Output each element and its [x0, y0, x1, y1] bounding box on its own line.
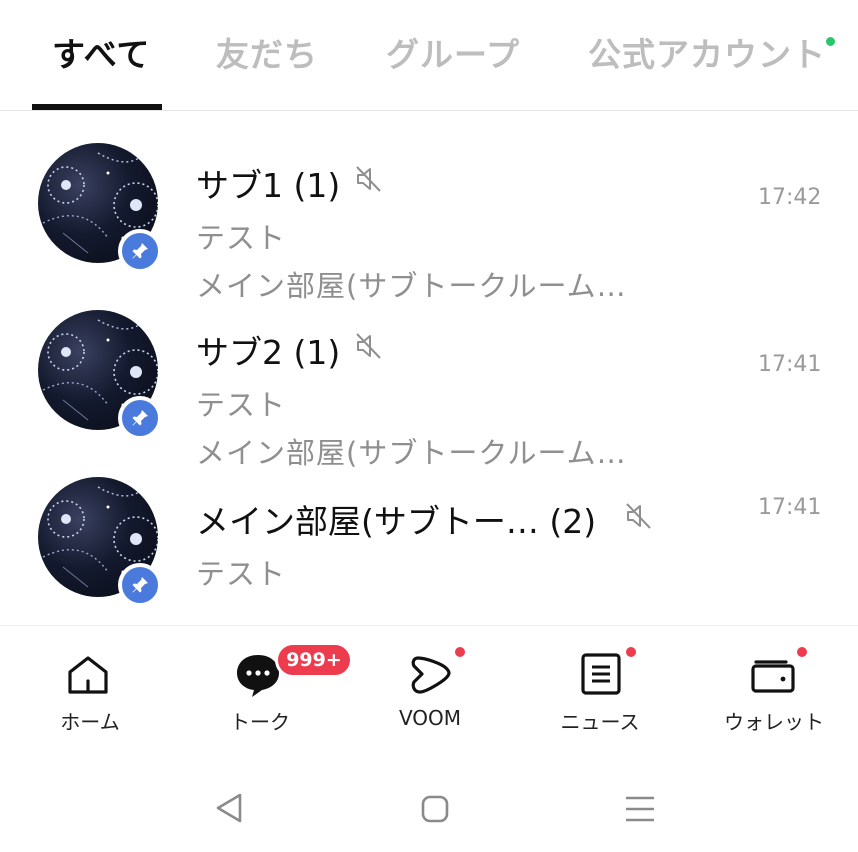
- chat-title: サブ1 (1): [196, 166, 341, 205]
- mute-icon: [352, 330, 384, 366]
- chat-subroom-info: メイン部屋(サブトークルーム…: [196, 436, 627, 470]
- unread-count-badge: 999+: [275, 642, 353, 678]
- tab-all[interactable]: すべて: [52, 28, 150, 76]
- chat-subroom-info: メイン部屋(サブトークルーム…: [196, 269, 627, 303]
- nav-home[interactable]: ホーム: [40, 626, 140, 736]
- chat-title: サブ2 (1): [196, 333, 341, 372]
- chat-row[interactable]: メイン部屋(サブトー… (2) テスト 17:41: [0, 467, 858, 625]
- tab-official-accounts[interactable]: 公式アカウント: [588, 28, 826, 76]
- news-icon: [580, 652, 622, 700]
- chat-row[interactable]: サブ1 (1) テスト メイン部屋(サブトークルーム… 17:42: [0, 133, 858, 303]
- nav-wallet-label: ウォレット: [724, 710, 824, 734]
- news-new-dot: [626, 647, 636, 657]
- nav-news[interactable]: ニュース: [550, 626, 650, 736]
- wallet-new-dot: [797, 647, 807, 657]
- recent-apps-icon[interactable]: [624, 794, 656, 828]
- nav-talk-label: トーク: [230, 710, 290, 734]
- nav-voom-label: VOOM: [398, 706, 462, 730]
- back-icon[interactable]: [214, 792, 244, 828]
- voom-icon: [408, 652, 454, 702]
- nav-voom[interactable]: VOOM: [380, 626, 480, 736]
- nav-news-label: ニュース: [560, 710, 640, 734]
- nav-home-label: ホーム: [60, 710, 120, 734]
- chat-time: 17:42: [758, 185, 822, 210]
- home-circle-icon[interactable]: [420, 794, 450, 828]
- voom-new-dot: [455, 647, 465, 657]
- nav-wallet[interactable]: ウォレット: [714, 626, 834, 736]
- chat-row[interactable]: サブ2 (1) テスト メイン部屋(サブトークルーム… 17:41: [0, 300, 858, 470]
- active-tab-underline: [32, 104, 162, 110]
- home-icon: [65, 654, 111, 700]
- wallet-icon: [750, 654, 796, 698]
- tab-groups[interactable]: グループ: [386, 28, 520, 76]
- chat-last-message: テスト: [196, 388, 287, 422]
- chat-time: 17:41: [758, 495, 822, 520]
- pin-icon: [118, 396, 162, 440]
- mute-icon: [352, 163, 384, 199]
- tab-bar: すべて 友だち グループ 公式アカウント: [0, 0, 858, 111]
- mute-icon: [622, 500, 654, 536]
- chat-list: サブ1 (1) テスト メイン部屋(サブトークルーム… 17:42 サブ2 (1…: [0, 111, 858, 625]
- chat-last-message: テスト: [196, 221, 287, 255]
- new-indicator-dot: [826, 37, 835, 46]
- pin-icon: [118, 229, 162, 273]
- pin-icon: [118, 563, 162, 607]
- bottom-navigation: ホーム トーク 999+ VOOM ニュース ウォレット: [0, 625, 858, 746]
- tab-friends[interactable]: 友だち: [216, 28, 318, 76]
- system-navigation-bar: [0, 760, 858, 852]
- chat-title: メイン部屋(サブトー… (2): [196, 502, 597, 541]
- chat-time: 17:41: [758, 352, 822, 377]
- chat-last-message: テスト: [196, 557, 287, 591]
